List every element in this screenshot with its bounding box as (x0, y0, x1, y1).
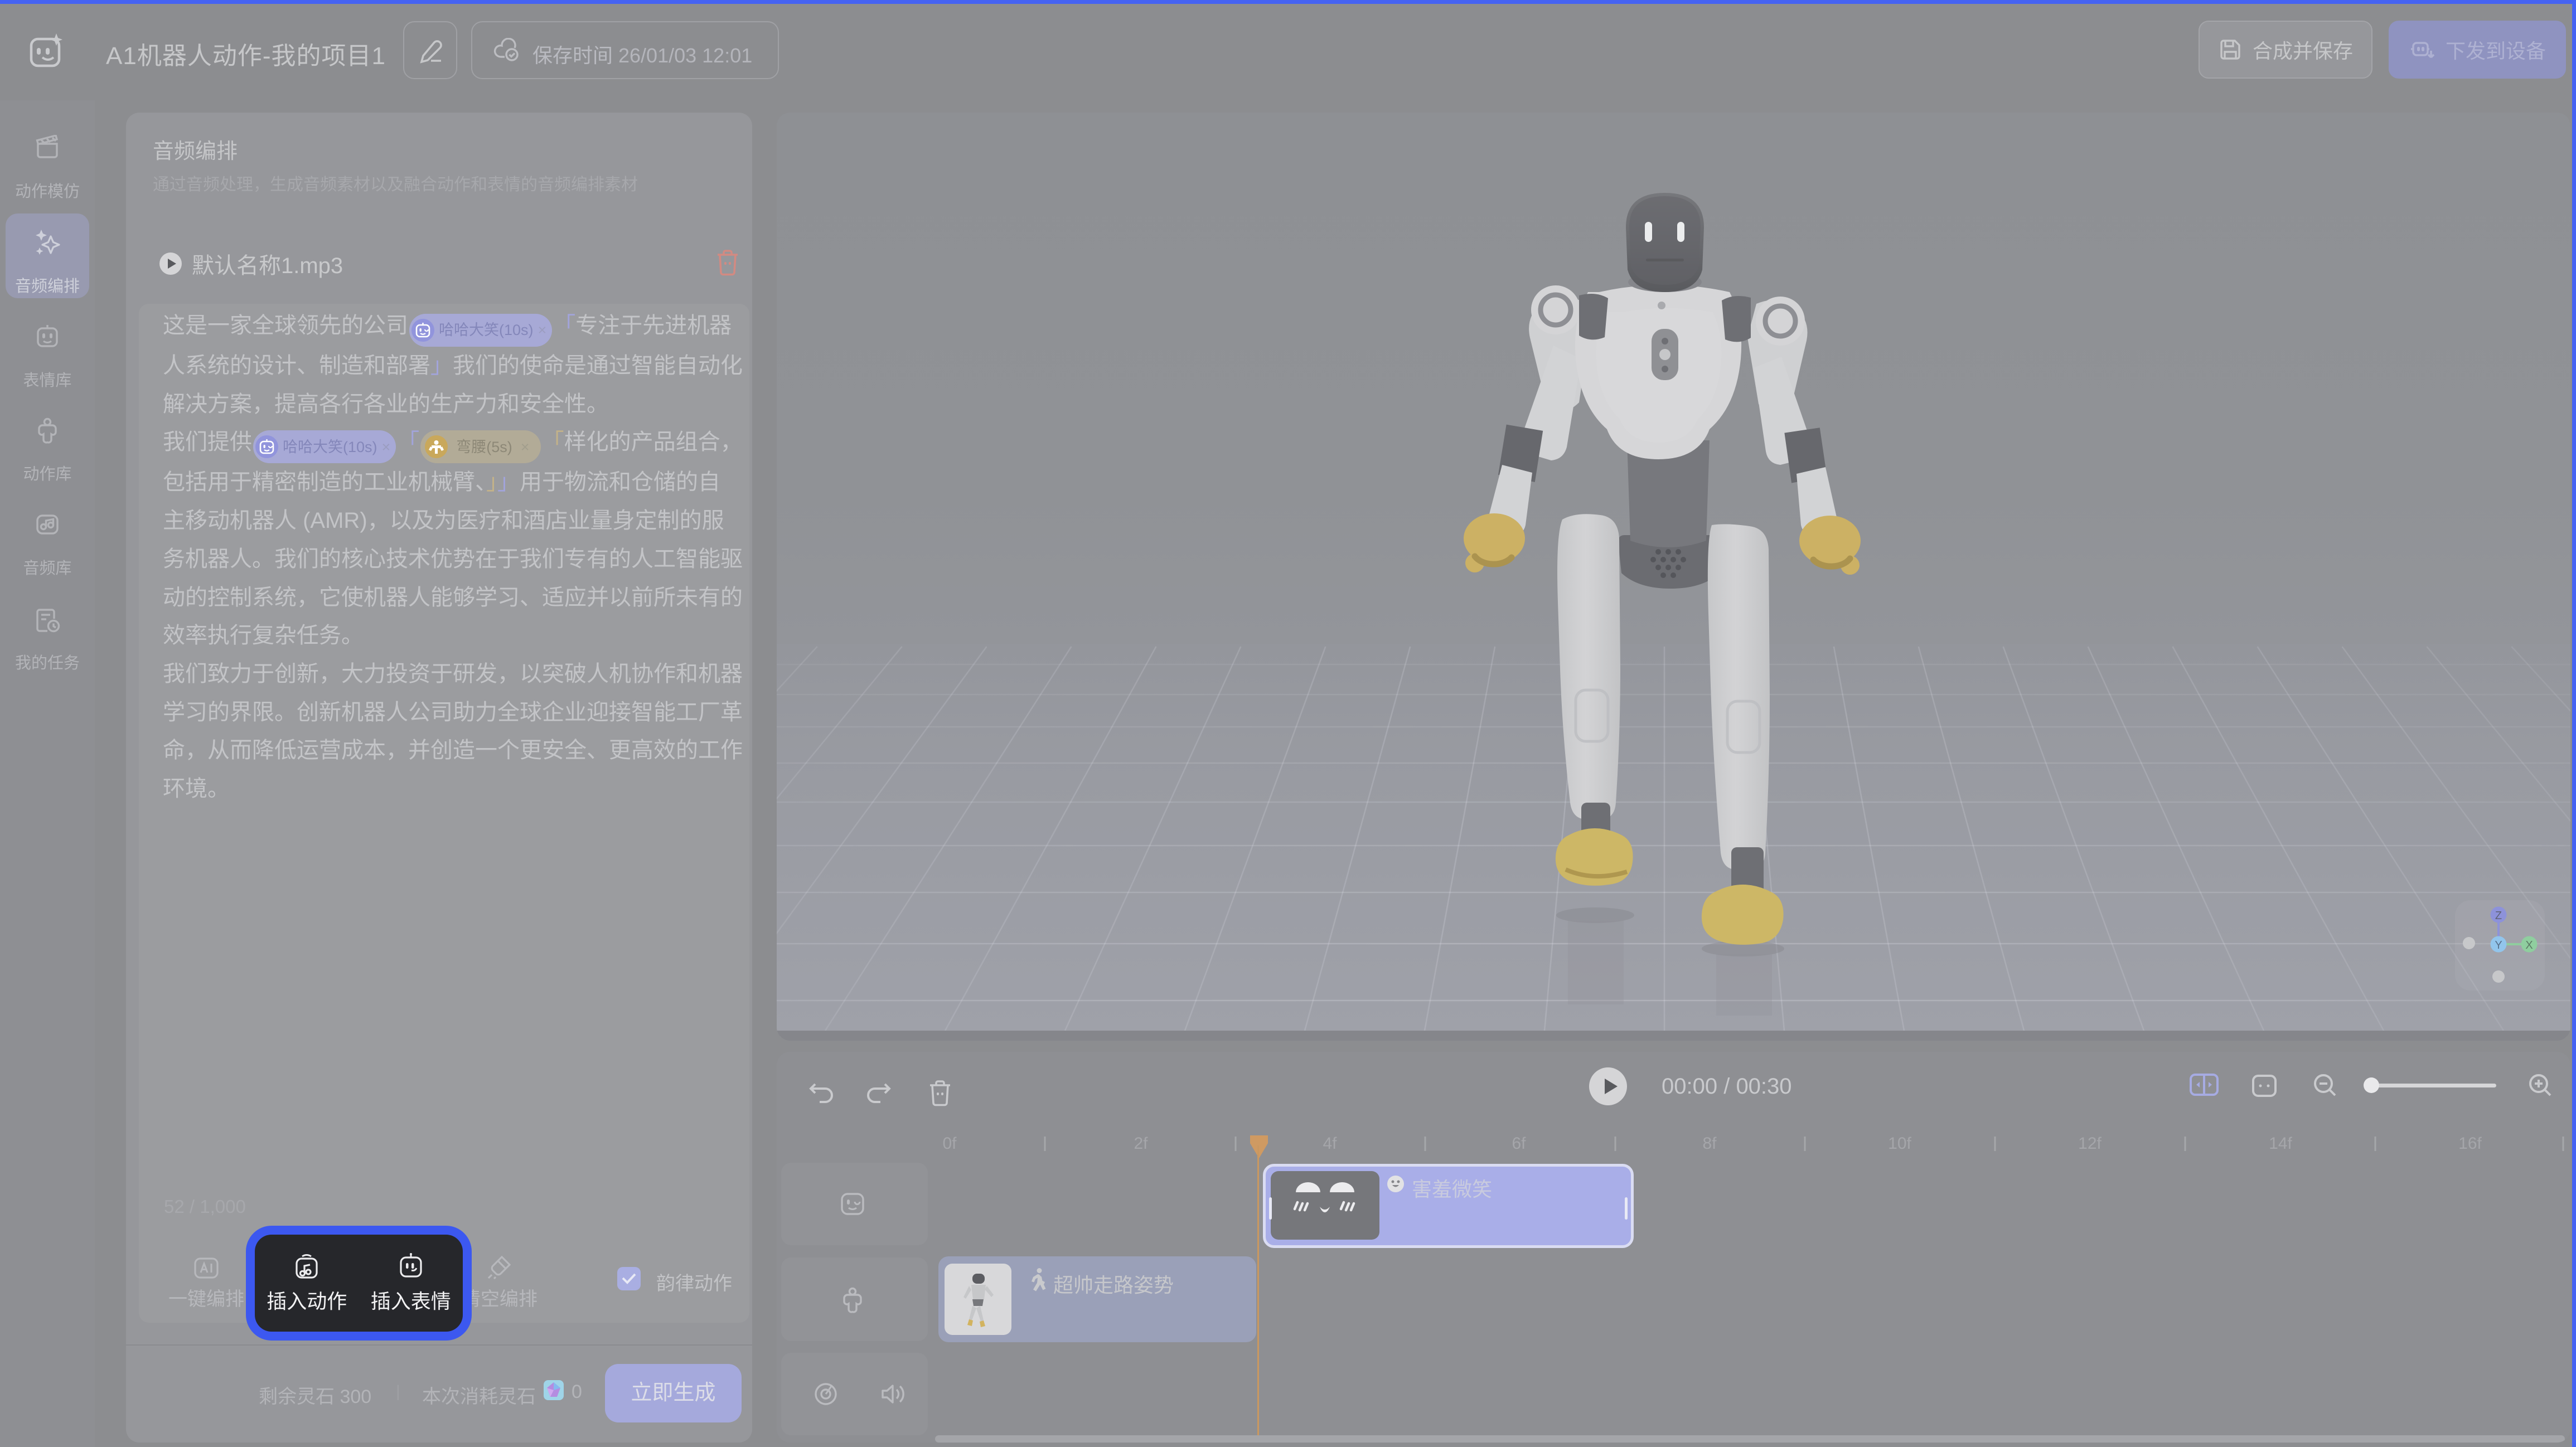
svg-text:Y: Y (2495, 939, 2502, 951)
svg-text:X: X (2525, 939, 2533, 951)
svg-text:Z: Z (2495, 910, 2502, 922)
